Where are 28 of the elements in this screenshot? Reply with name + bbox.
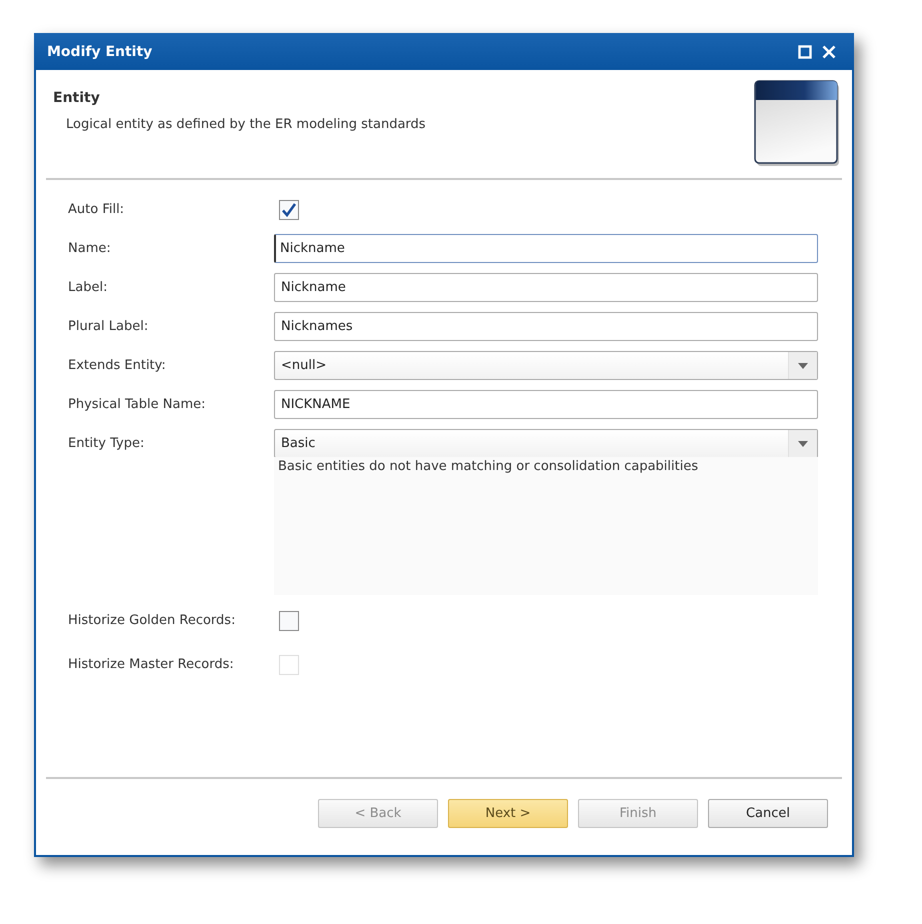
page-title: Entity: [53, 90, 101, 106]
text-field[interactable]: Nicknames: [274, 312, 818, 341]
description-text: Basic entities do not have matching or consolidation capabilities: [274, 457, 818, 595]
window-title: Modify Entity: [47, 44, 154, 60]
field-label: Historize Master Records:: [68, 657, 235, 672]
dialog-button[interactable]: Cancel: [708, 799, 828, 828]
text-field[interactable]: Nickname: [274, 234, 818, 263]
checkbox[interactable]: [279, 200, 299, 220]
field-label: Extends Entity:: [68, 358, 167, 373]
dropdown-arrow-icon: [798, 362, 808, 368]
dropdown[interactable]: Basic: [274, 429, 818, 458]
text-field[interactable]: NICKNAME: [274, 390, 818, 419]
field-label: Historize Golden Records:: [68, 613, 236, 628]
dropdown-arrow-icon: [798, 440, 808, 446]
field-label: Label:: [68, 280, 108, 295]
field-label: Physical Table Name:: [68, 397, 206, 412]
checkbox[interactable]: [279, 610, 299, 630]
page-description: Logical entity as defined by the ER modeling standards: [66, 117, 427, 132]
dropdown[interactable]: <null>: [274, 351, 818, 380]
close-icon[interactable]: [822, 44, 836, 58]
field-label: Plural Label:: [68, 319, 150, 334]
text-field[interactable]: Nickname: [274, 273, 818, 302]
field-label: Name:: [68, 241, 112, 256]
dialog-button[interactable]: Next >: [448, 799, 568, 828]
field-label: Auto Fill:: [68, 202, 126, 217]
window-icon: [754, 80, 840, 166]
field-label: Entity Type:: [68, 436, 146, 451]
maximize-icon[interactable]: [798, 44, 812, 58]
